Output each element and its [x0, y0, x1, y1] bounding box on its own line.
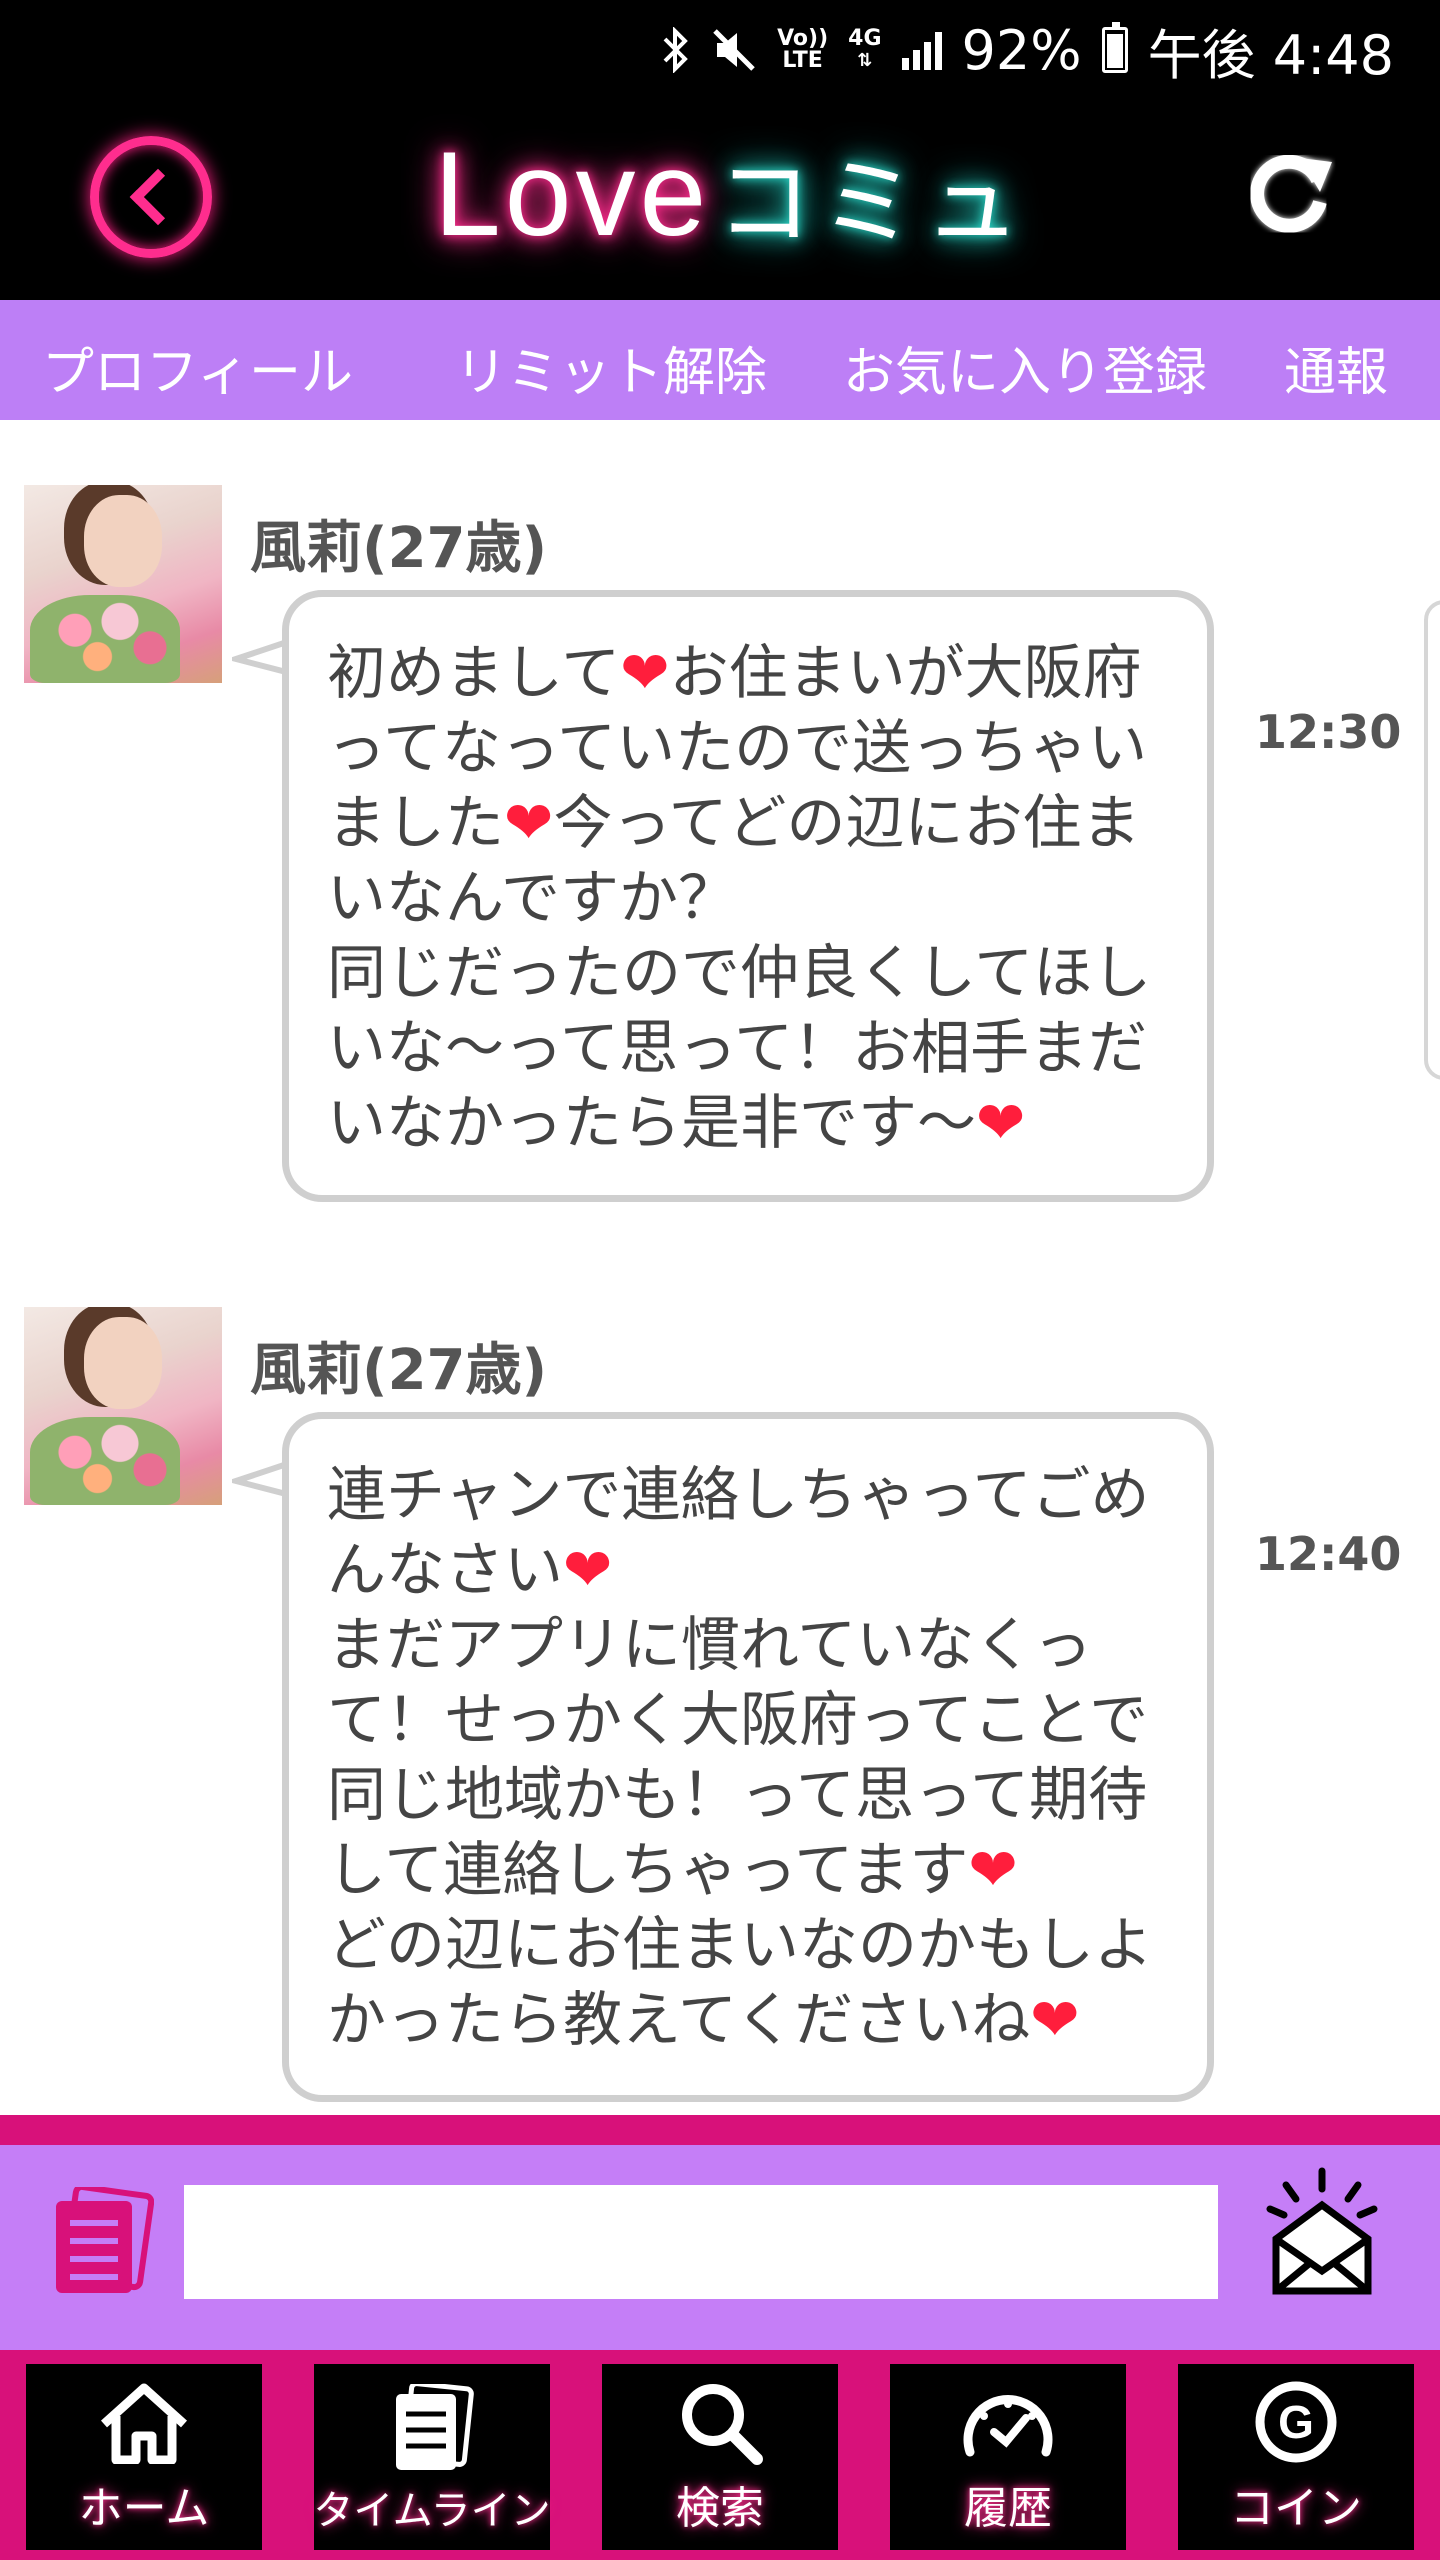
- history-icon: [960, 2376, 1056, 2468]
- search-icon: [675, 2376, 765, 2468]
- send-mail-icon: [1266, 2167, 1378, 2295]
- add-favorite-link[interactable]: お気に入り登録: [843, 330, 1207, 405]
- message-input[interactable]: [184, 2185, 1218, 2299]
- timeline-icon: [390, 2382, 474, 2474]
- message-thread[interactable]: 風莉(27歳) 初めまして❤お住まいが大阪府ってなっていたので送っちゃいました❤…: [0, 420, 1440, 2115]
- profile-link[interactable]: プロフィール: [42, 330, 353, 405]
- heart-icon: ❤: [1030, 1985, 1080, 2054]
- coin-icon: G: [1252, 2376, 1340, 2468]
- app-logo: Love コミュ: [434, 127, 1028, 261]
- templates-icon: [56, 2183, 155, 2293]
- heart-icon: ❤: [504, 788, 554, 857]
- refresh-button[interactable]: [1240, 140, 1340, 240]
- nav-history-label: 履歴: [964, 2483, 1052, 2534]
- heart-icon: ❤: [620, 638, 670, 707]
- sender-name: 風莉(27歳): [250, 1338, 548, 1403]
- nav-timeline[interactable]: タイムライン: [313, 2364, 551, 2550]
- scroll-handle[interactable]: [1424, 600, 1440, 1080]
- heart-icon: ❤: [563, 1535, 613, 1604]
- send-button[interactable]: [1264, 2167, 1380, 2297]
- nav-history[interactable]: 履歴: [890, 2364, 1126, 2550]
- profile-action-bar: プロフィール リミット解除 お気に入り登録 通報: [0, 300, 1440, 420]
- sender-name: 風莉(27歳): [250, 516, 548, 581]
- limit-release-link[interactable]: リミット解除: [455, 330, 767, 405]
- bottom-nav: ホーム タイムライン 検索 履歴 G コイン: [0, 2350, 1440, 2560]
- templates-button[interactable]: [50, 2183, 155, 2297]
- nav-search[interactable]: 検索: [602, 2364, 838, 2550]
- nav-timeline-label: タイムライン: [313, 2488, 551, 2534]
- message-time: 12:30: [1255, 705, 1402, 759]
- nav-search-label: 検索: [676, 2483, 764, 2534]
- logo-commu-text: コミュ: [716, 146, 1029, 259]
- battery-icon: [1101, 22, 1128, 73]
- svg-text:G: G: [1278, 2396, 1314, 2448]
- volte-indicator: Vo)) LTE: [777, 26, 829, 73]
- message-bubble: 連チャンで連絡しちゃってごめんなさい❤ まだアプリに慣れていなくって！せっかく大…: [282, 1412, 1214, 2102]
- avatar[interactable]: [24, 485, 222, 683]
- message-time: 12:40: [1255, 1527, 1402, 1581]
- home-icon: [96, 2376, 192, 2468]
- bluetooth-icon: [661, 27, 691, 73]
- app-header: Love コミュ: [0, 100, 1440, 300]
- back-button[interactable]: [90, 136, 212, 258]
- report-link[interactable]: 通報: [1284, 330, 1388, 405]
- nav-coin-label: コイン: [1230, 2483, 1362, 2534]
- heart-icon: ❤: [968, 1835, 1018, 1904]
- status-bar: Vo)) LTE 4G ⇅ 92% 午後 4:48: [0, 0, 1440, 100]
- clock: 午後 4:48: [1147, 23, 1394, 87]
- logo-love-text: Love: [434, 127, 711, 261]
- network-4g-indicator: 4G ⇅: [848, 26, 882, 72]
- chevron-left-icon: [129, 168, 187, 226]
- nav-home-label: ホーム: [78, 2483, 210, 2534]
- nav-home[interactable]: ホーム: [26, 2364, 262, 2550]
- nav-coin[interactable]: G コイン: [1178, 2364, 1414, 2550]
- battery-percent: 92%: [961, 18, 1082, 82]
- heart-icon: ❤: [976, 1088, 1026, 1157]
- message-composer: [0, 2115, 1440, 2350]
- message-bubble: 初めまして❤お住まいが大阪府ってなっていたので送っちゃいました❤今ってどの辺にお…: [282, 590, 1214, 1202]
- signal-icon: [901, 30, 942, 70]
- avatar[interactable]: [24, 1307, 222, 1505]
- mute-icon: [711, 27, 757, 73]
- refresh-icon: [1250, 154, 1332, 233]
